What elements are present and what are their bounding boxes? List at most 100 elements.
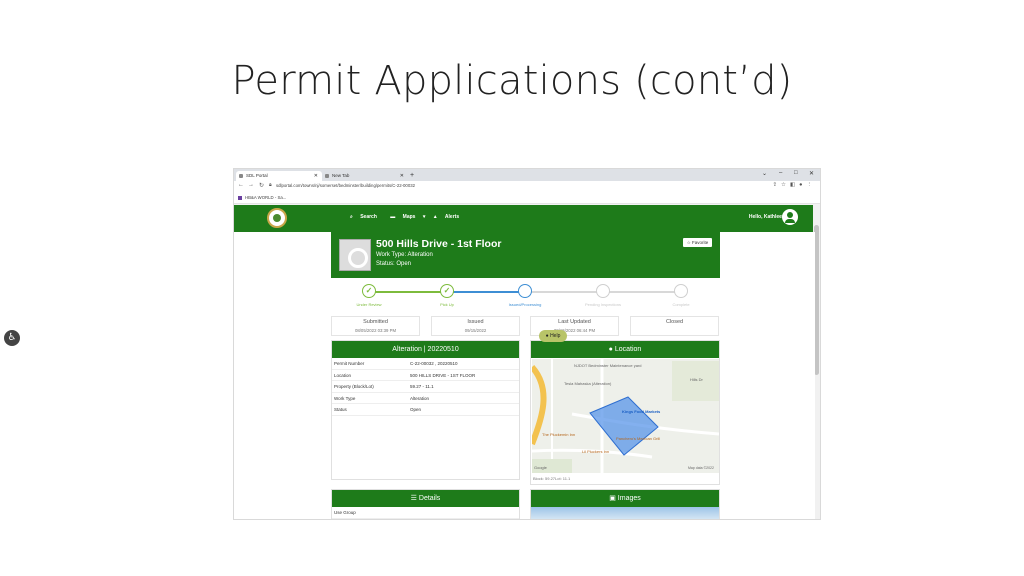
date-label: Closed <box>665 319 684 325</box>
panel-title: ☰ Details <box>332 490 519 507</box>
step-connector <box>369 291 447 293</box>
minimize-icon[interactable]: – <box>779 170 782 176</box>
slide-title: Permit Applications (cont’d) <box>231 58 793 104</box>
browser-tab-sdl-portal[interactable]: SDL Portal ✕ <box>236 171 322 181</box>
date-value: 09/15/2022 <box>464 328 487 333</box>
row-key: Status <box>334 407 347 412</box>
panel-title: ▣ Images <box>531 490 719 507</box>
row-key: Permit Number <box>334 361 365 366</box>
step-label: Complete <box>672 302 690 307</box>
step-label: Pending Inspections <box>584 302 622 307</box>
bookmark-label: HB&A WORLD - Sa... <box>245 195 287 200</box>
permit-avatar-icon <box>339 239 371 271</box>
permit-title: 500 Hills Drive - 1st Floor <box>376 238 502 250</box>
map-label: Google <box>534 465 547 470</box>
map-label: The Pluckemin Inn <box>542 432 576 437</box>
step-connector <box>447 291 525 293</box>
window-close-icon[interactable]: ✕ <box>809 170 814 177</box>
permit-info-panel: Alteration | 20220510 Permit Number C-22-… <box>331 340 520 480</box>
nav-maps-label: Maps <box>402 214 416 220</box>
search-icon: ⌕ <box>350 214 353 220</box>
reload-icon[interactable]: ↻ <box>259 182 264 189</box>
nav-search-label: Search <box>360 214 377 220</box>
address-bar: ← → ↻ 🔒︎ sdlportal.com/towns/nj/somerset… <box>234 181 820 192</box>
nav-maps[interactable]: ▬ Maps ▾ <box>390 214 425 220</box>
maximize-icon[interactable]: □ <box>794 170 798 176</box>
user-avatar-icon[interactable] <box>782 209 798 225</box>
location-panel: ● Location NJDOT Bedminster Maintenance … <box>530 340 720 485</box>
date-value: 08/05/2022 03:39 PM <box>354 328 397 333</box>
permit-work-type: Work Type: Alteration <box>376 252 433 258</box>
close-tab-icon[interactable]: ✕ <box>314 171 318 181</box>
nav-alerts-label: Alerts <box>444 214 460 220</box>
tab-label: New Tab <box>332 173 350 178</box>
permit-dates: Submitted 08/05/2022 03:39 PM Issued 09/… <box>331 316 720 336</box>
url-field[interactable]: sdlportal.com/towns/nj/somerset/bedminst… <box>276 183 415 188</box>
date-label: Last Updated <box>558 319 591 325</box>
table-row: Work Type Alteration <box>332 393 519 404</box>
panel-title-text: Location <box>614 346 642 353</box>
new-tab-button[interactable]: + <box>410 171 414 180</box>
table-row: Permit Number C-22-00032 , 20220510 <box>332 358 519 370</box>
step-current-icon <box>518 284 532 298</box>
browser-tab-bar: SDL Portal ✕ New Tab ✕ + ⌄ – □ ✕ <box>234 169 820 181</box>
lock-icon: 🔒︎ <box>269 182 272 188</box>
table-row: Status Open <box>332 404 519 416</box>
panel-title-text: Images <box>617 495 641 502</box>
date-card-issued: Issued 09/15/2022 <box>431 316 520 336</box>
image-icon: ▣ <box>609 495 616 502</box>
row-value: Alteration <box>410 395 430 401</box>
browser-tab-new-tab[interactable]: New Tab ✕ <box>322 171 408 181</box>
nav-search[interactable]: ⌕ Search <box>350 214 383 220</box>
app-header: ⌕ Search ▬ Maps ▾ ▲ Alerts Hello, Kathle… <box>234 205 815 232</box>
map-label: Hills Dr <box>690 377 703 382</box>
map-caption: Block: 59.27Lot: 11.1 <box>533 476 571 481</box>
permit-page: 500 Hills Drive - 1st Floor Work Type: A… <box>234 232 815 519</box>
image-preview[interactable] <box>531 507 719 519</box>
map-label: Kings Food Markets <box>622 409 661 414</box>
help-button[interactable]: ● Help <box>539 330 567 342</box>
bookmarks-bar: HB&A WORLD - Sa... <box>234 192 820 204</box>
step-label: Pick Up <box>440 302 454 307</box>
step-pending-icon <box>596 284 610 298</box>
row-value: 59.27 - 11.1 <box>410 384 434 389</box>
favicon-icon <box>239 174 243 178</box>
permit-progress: ✓ ✓ Under Review Pick Up Issued/Processi… <box>331 282 720 312</box>
map-label: Tesla Mahaska (Alteration) <box>564 381 612 386</box>
map-icon: ▬ <box>390 214 396 220</box>
tab-search-icon[interactable]: ⌄ <box>762 170 767 177</box>
back-icon[interactable]: ← <box>238 182 244 188</box>
step-check-icon: ✓ <box>440 284 454 298</box>
township-logo[interactable] <box>267 208 287 228</box>
date-card-submitted: Submitted 08/05/2022 03:39 PM <box>331 316 420 336</box>
date-label: Submitted <box>363 319 388 325</box>
location-map[interactable]: NJDOT Bedminster Maintenance yard Tesla … <box>532 359 719 473</box>
permit-status: Status: Open <box>376 261 412 267</box>
step-pending-icon <box>674 284 688 298</box>
panel-title-text: Details <box>418 495 441 502</box>
date-label: Issued <box>467 319 484 325</box>
close-tab-icon[interactable]: ✕ <box>400 171 404 181</box>
panel-title: Alteration | 20220510 <box>332 341 519 358</box>
favorite-button[interactable]: ☆ Favorite <box>683 238 712 247</box>
details-panel: ☰ Details Use Group <box>331 489 520 519</box>
bell-icon: ▲ <box>432 214 438 220</box>
step-check-icon: ✓ <box>362 284 376 298</box>
row-key: Property (Block/Lot) <box>334 384 374 389</box>
browser-screenshot: SDL Portal ✕ New Tab ✕ + ⌄ – □ ✕ ← → ↻ 🔒… <box>233 168 821 520</box>
map-label: Map data ©2022 <box>688 466 714 470</box>
help-label: Help <box>550 333 561 339</box>
row-key: Work Type <box>334 395 356 401</box>
table-row: Location 500 HILLS DRIVE - 1ST FLOOR <box>332 370 519 381</box>
forward-icon[interactable]: → <box>248 182 254 188</box>
map-label: NJDOT Bedminster Maintenance yard <box>574 363 642 368</box>
step-label: Under Review <box>356 302 382 307</box>
browser-toolbar-icons[interactable]: ⇪☆◧●⋮ <box>772 182 816 188</box>
panel-title: ● Location <box>531 341 719 358</box>
app-nav: ⌕ Search ▬ Maps ▾ ▲ Alerts <box>350 214 471 220</box>
bookmark-item[interactable]: HB&A WORLD - Sa... <box>238 195 286 200</box>
images-panel: ▣ Images <box>530 489 720 519</box>
nav-alerts[interactable]: ▲ Alerts <box>433 214 465 220</box>
table-row: Use Group <box>332 507 519 519</box>
accessibility-icon[interactable]: ♿︎ <box>4 330 20 346</box>
